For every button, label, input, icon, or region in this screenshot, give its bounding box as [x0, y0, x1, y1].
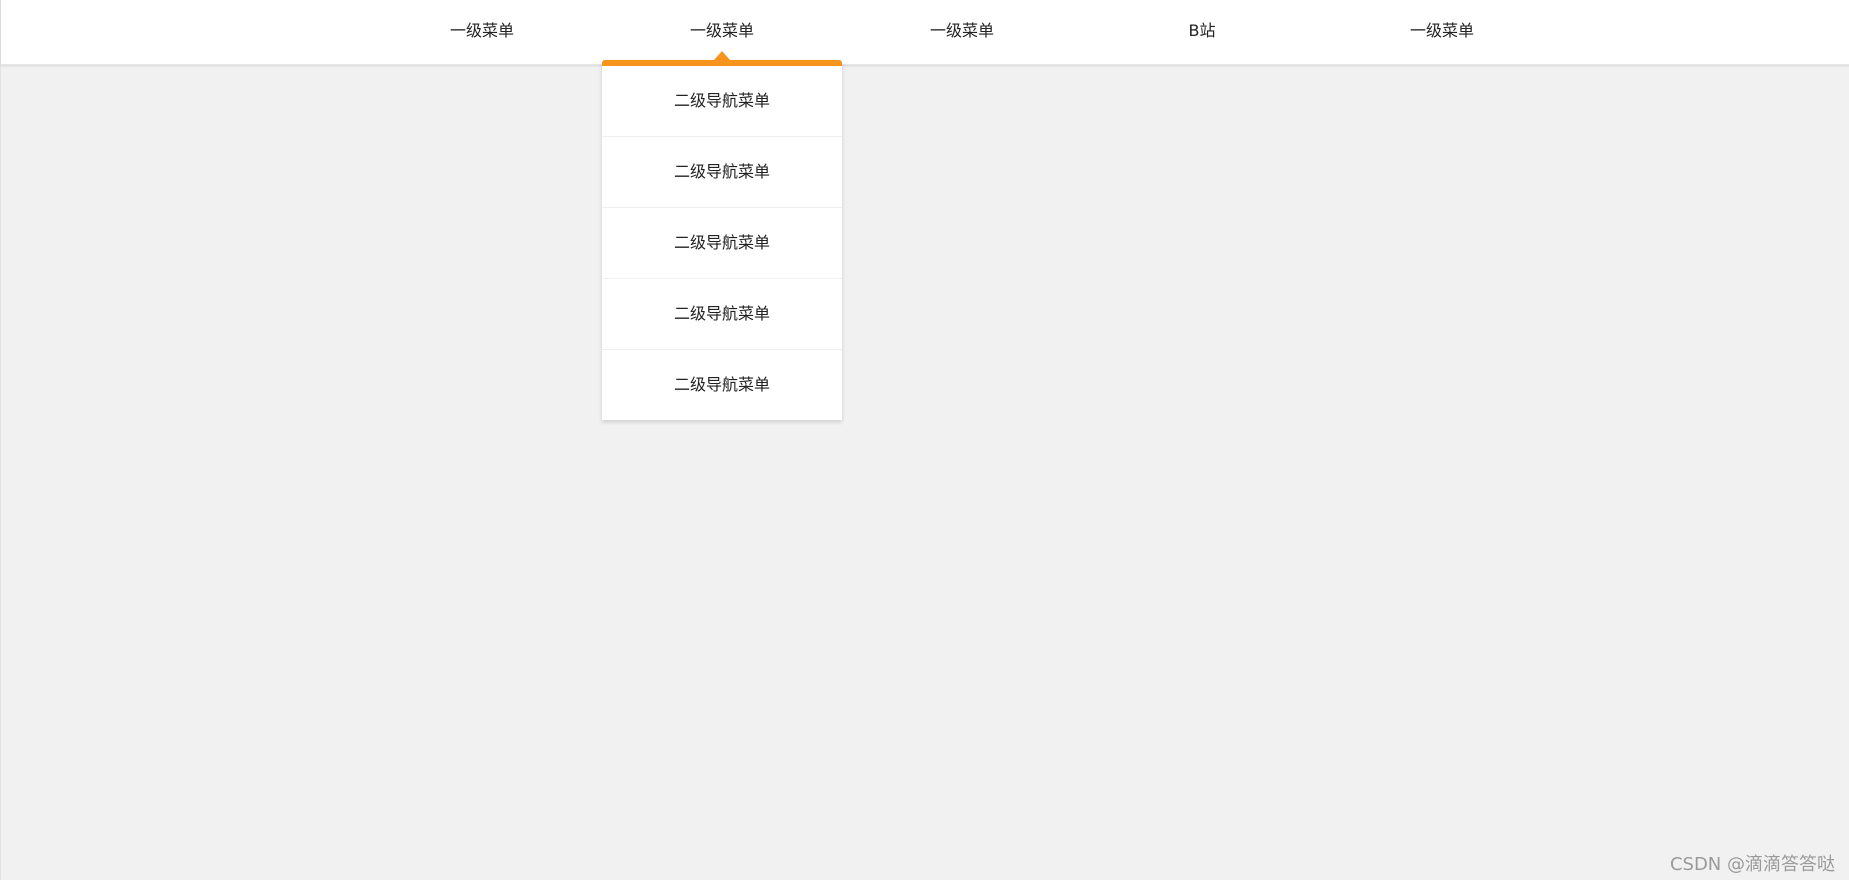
- top-navigation-bar: 一级菜单 一级菜单 一级菜单 B站 一级菜单: [1, 0, 1849, 65]
- page: 一级菜单 一级菜单 一级菜单 B站 一级菜单 二级导航菜单 二级导航菜单 二级导…: [0, 0, 1849, 880]
- nav-item-bilibili[interactable]: B站: [1082, 0, 1322, 64]
- submenu-item-1[interactable]: 二级导航菜单: [602, 66, 842, 137]
- nav-item-3[interactable]: 一级菜单: [842, 0, 1082, 64]
- dropdown-caret-icon: [714, 51, 730, 60]
- submenu-item-2[interactable]: 二级导航菜单: [602, 137, 842, 208]
- submenu-item-5[interactable]: 二级导航菜单: [602, 350, 842, 420]
- watermark: CSDN @滴滴答答哒: [1669, 854, 1835, 875]
- submenu-item-3[interactable]: 二级导航菜单: [602, 208, 842, 279]
- submenu-dropdown: 二级导航菜单 二级导航菜单 二级导航菜单 二级导航菜单 二级导航菜单: [602, 60, 842, 420]
- nav-item-1[interactable]: 一级菜单: [362, 0, 602, 64]
- submenu-item-4[interactable]: 二级导航菜单: [602, 279, 842, 350]
- nav-item-5[interactable]: 一级菜单: [1322, 0, 1562, 64]
